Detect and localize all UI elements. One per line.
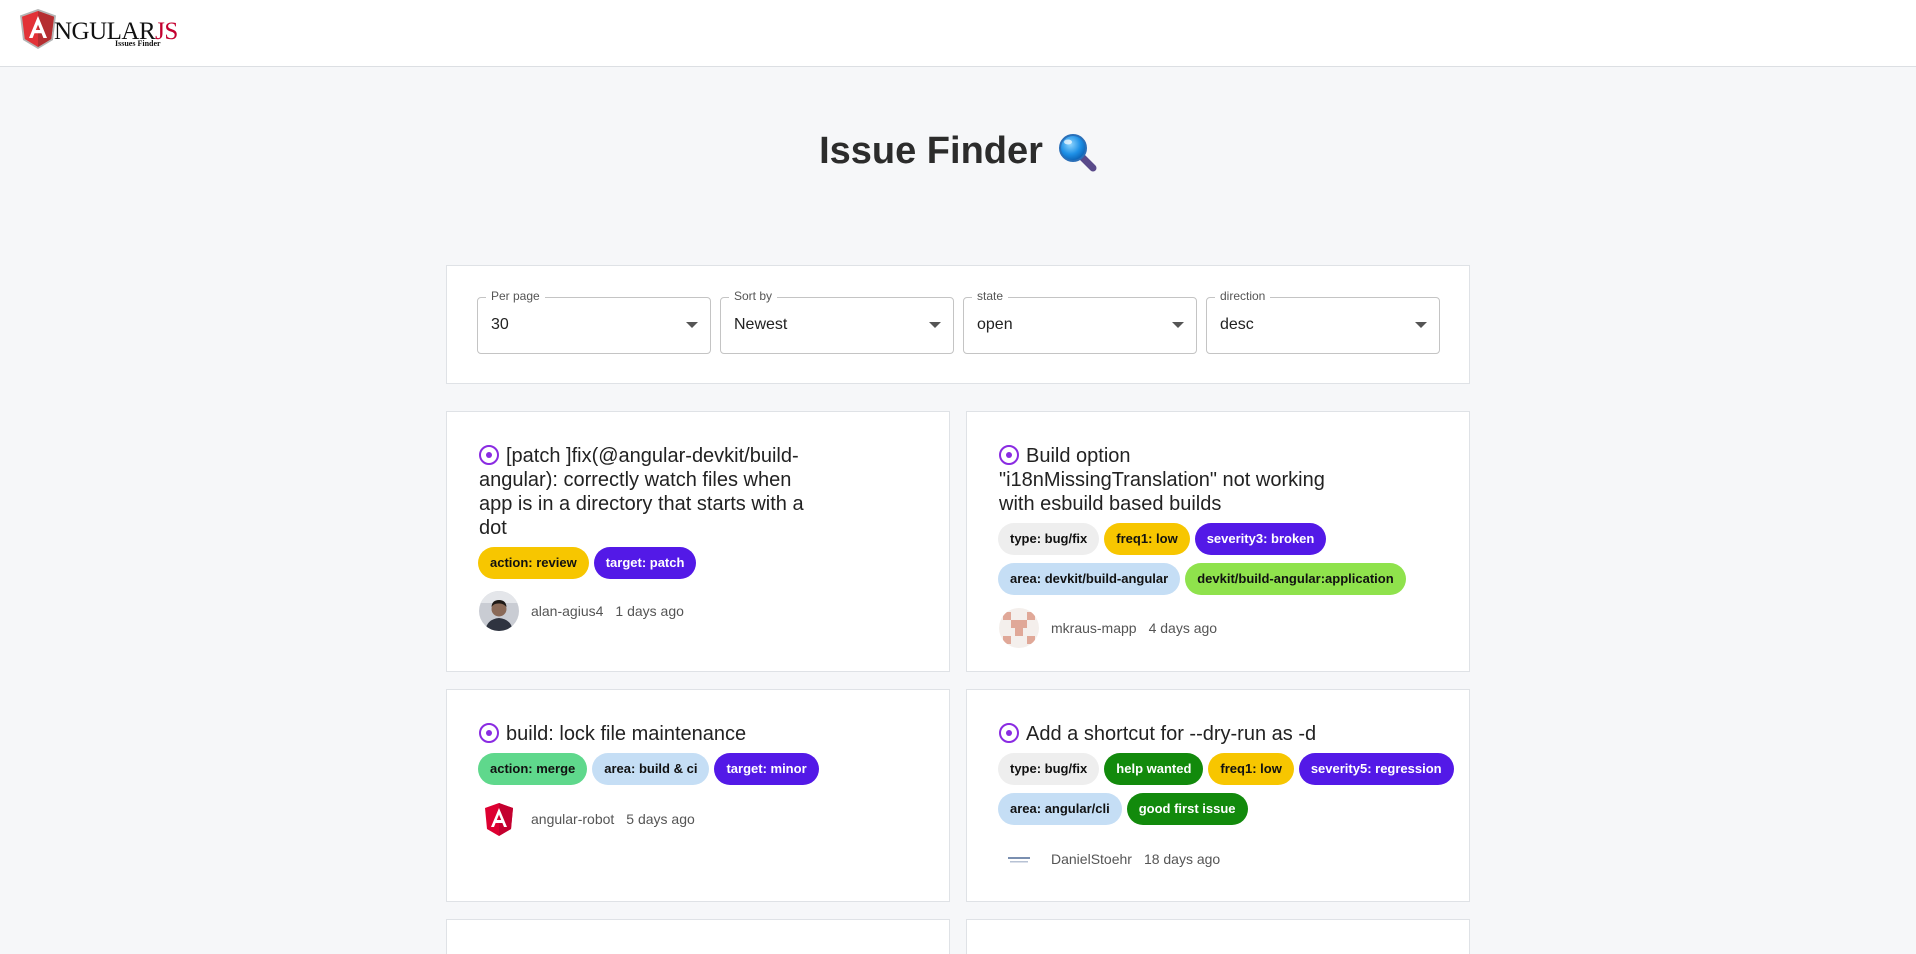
issue-author[interactable]: DanielStoehr xyxy=(1051,851,1132,867)
state-value: open xyxy=(977,316,1013,333)
issue-card[interactable] xyxy=(446,919,950,954)
small-logo-icon xyxy=(999,839,1039,879)
logo-subtitle: Issues Finder xyxy=(115,39,161,48)
issue-meta: angular-robot 5 days ago xyxy=(479,799,695,839)
issue-time: 5 days ago xyxy=(626,811,695,827)
issue-title-text: build: lock file maintenance xyxy=(506,723,747,745)
user-photo-icon xyxy=(479,591,519,631)
label-chip[interactable]: area: devkit/build-angular xyxy=(998,563,1181,595)
state-select[interactable]: state open xyxy=(963,289,1197,354)
sort-by-label: Sort by xyxy=(729,289,778,303)
label-chip[interactable]: type: bug/fix xyxy=(998,753,1100,785)
issue-author[interactable]: alan-agius4 xyxy=(531,603,603,619)
issue-meta: alan-agius4 1 days ago xyxy=(479,591,684,631)
label-chip[interactable]: action: review xyxy=(478,547,589,579)
issue-time: 4 days ago xyxy=(1148,620,1218,636)
issue-title-text: [patch ]fix(@angular-devkit/build-angula… xyxy=(479,445,804,539)
issue-title-text: Add a shortcut for --dry-run as -d xyxy=(1026,723,1317,745)
label-chip[interactable]: help wanted xyxy=(1104,753,1204,785)
issue-time: 18 days ago xyxy=(1143,851,1221,867)
issue-meta: mkraus-mapp 4 days ago xyxy=(999,608,1217,648)
label-chip[interactable]: good first issue xyxy=(1126,793,1248,825)
issue-time: 1 days ago xyxy=(615,603,684,619)
angular-shield-icon xyxy=(479,799,519,839)
issue-meta: DanielStoehr 18 days ago xyxy=(999,839,1220,879)
issue-labels: action: merge area: build & ci target: m… xyxy=(478,753,938,785)
per-page-value: 30 xyxy=(491,316,509,333)
direction-value: desc xyxy=(1220,316,1254,333)
avatar[interactable] xyxy=(999,608,1039,648)
issue-author[interactable]: angular-robot xyxy=(531,811,614,827)
avatar[interactable] xyxy=(479,591,519,631)
sort-by-select[interactable]: Sort by Newest xyxy=(720,289,954,354)
issue-open-icon xyxy=(999,723,1019,743)
issue-labels: type: bug/fix freq1: low severity3: brok… xyxy=(998,523,1458,595)
label-chip[interactable]: severity5: regression xyxy=(1298,753,1454,785)
issue-card[interactable]: [patch ]fix(@angular-devkit/build-angula… xyxy=(446,411,950,672)
page-title-text: Issue Finder xyxy=(819,130,1043,172)
chevron-down-icon xyxy=(686,322,698,328)
issue-title[interactable]: Build option "i18nMissingTranslation" no… xyxy=(999,444,1339,516)
chevron-down-icon xyxy=(1172,322,1184,328)
label-chip[interactable]: action: merge xyxy=(478,753,588,785)
issue-title-text: Build option "i18nMissingTranslation" no… xyxy=(999,445,1325,515)
per-page-select[interactable]: Per page 30 xyxy=(477,289,711,354)
issue-open-icon xyxy=(479,723,499,743)
issue-title[interactable]: Add a shortcut for --dry-run as -d xyxy=(999,722,1419,746)
label-chip[interactable]: area: build & ci xyxy=(592,753,710,785)
magnifier-icon xyxy=(1058,133,1097,171)
direction-select[interactable]: direction desc xyxy=(1206,289,1440,354)
issue-open-icon xyxy=(479,445,499,465)
label-chip[interactable]: target: minor xyxy=(714,753,819,785)
issue-author[interactable]: mkraus-mapp xyxy=(1051,620,1137,636)
label-chip[interactable]: devkit/build-angular:application xyxy=(1185,563,1406,595)
issue-card[interactable]: Build option "i18nMissingTranslation" no… xyxy=(966,411,1470,672)
chevron-down-icon xyxy=(1415,322,1427,328)
angularjs-logo[interactable]: NGULARJS Issues Finder xyxy=(20,9,178,51)
avatar[interactable] xyxy=(999,839,1039,879)
state-label: state xyxy=(972,289,1009,303)
label-chip[interactable]: area: angular/cli xyxy=(998,793,1122,825)
issue-open-icon xyxy=(999,445,1019,465)
issue-title[interactable]: [patch ]fix(@angular-devkit/build-angula… xyxy=(479,444,819,540)
label-chip[interactable]: type: bug/fix xyxy=(998,523,1100,555)
issue-labels: type: bug/fix help wanted freq1: low sev… xyxy=(998,753,1458,825)
issue-title[interactable]: build: lock file maintenance xyxy=(479,722,899,746)
issue-labels: action: review target: patch xyxy=(478,547,938,579)
issue-card[interactable] xyxy=(966,919,1470,954)
label-chip[interactable]: severity3: broken xyxy=(1194,523,1327,555)
top-bar: NGULARJS Issues Finder xyxy=(0,0,1916,67)
chevron-down-icon xyxy=(929,322,941,328)
identicon-icon xyxy=(999,608,1039,648)
direction-label: direction xyxy=(1215,289,1271,303)
angular-shield-icon xyxy=(20,9,56,49)
page-title: Issue Finder xyxy=(0,130,1916,173)
filters-panel: Per page 30 Sort by Newest state open di… xyxy=(446,265,1470,384)
avatar[interactable] xyxy=(479,799,519,839)
label-chip[interactable]: target: patch xyxy=(593,547,697,579)
label-chip[interactable]: freq1: low xyxy=(1208,753,1294,785)
sort-by-value: Newest xyxy=(734,316,788,333)
per-page-label: Per page xyxy=(486,289,545,303)
issue-card[interactable]: Add a shortcut for --dry-run as -d type:… xyxy=(966,689,1470,902)
issue-card[interactable]: build: lock file maintenance action: mer… xyxy=(446,689,950,902)
label-chip[interactable]: freq1: low xyxy=(1104,523,1190,555)
